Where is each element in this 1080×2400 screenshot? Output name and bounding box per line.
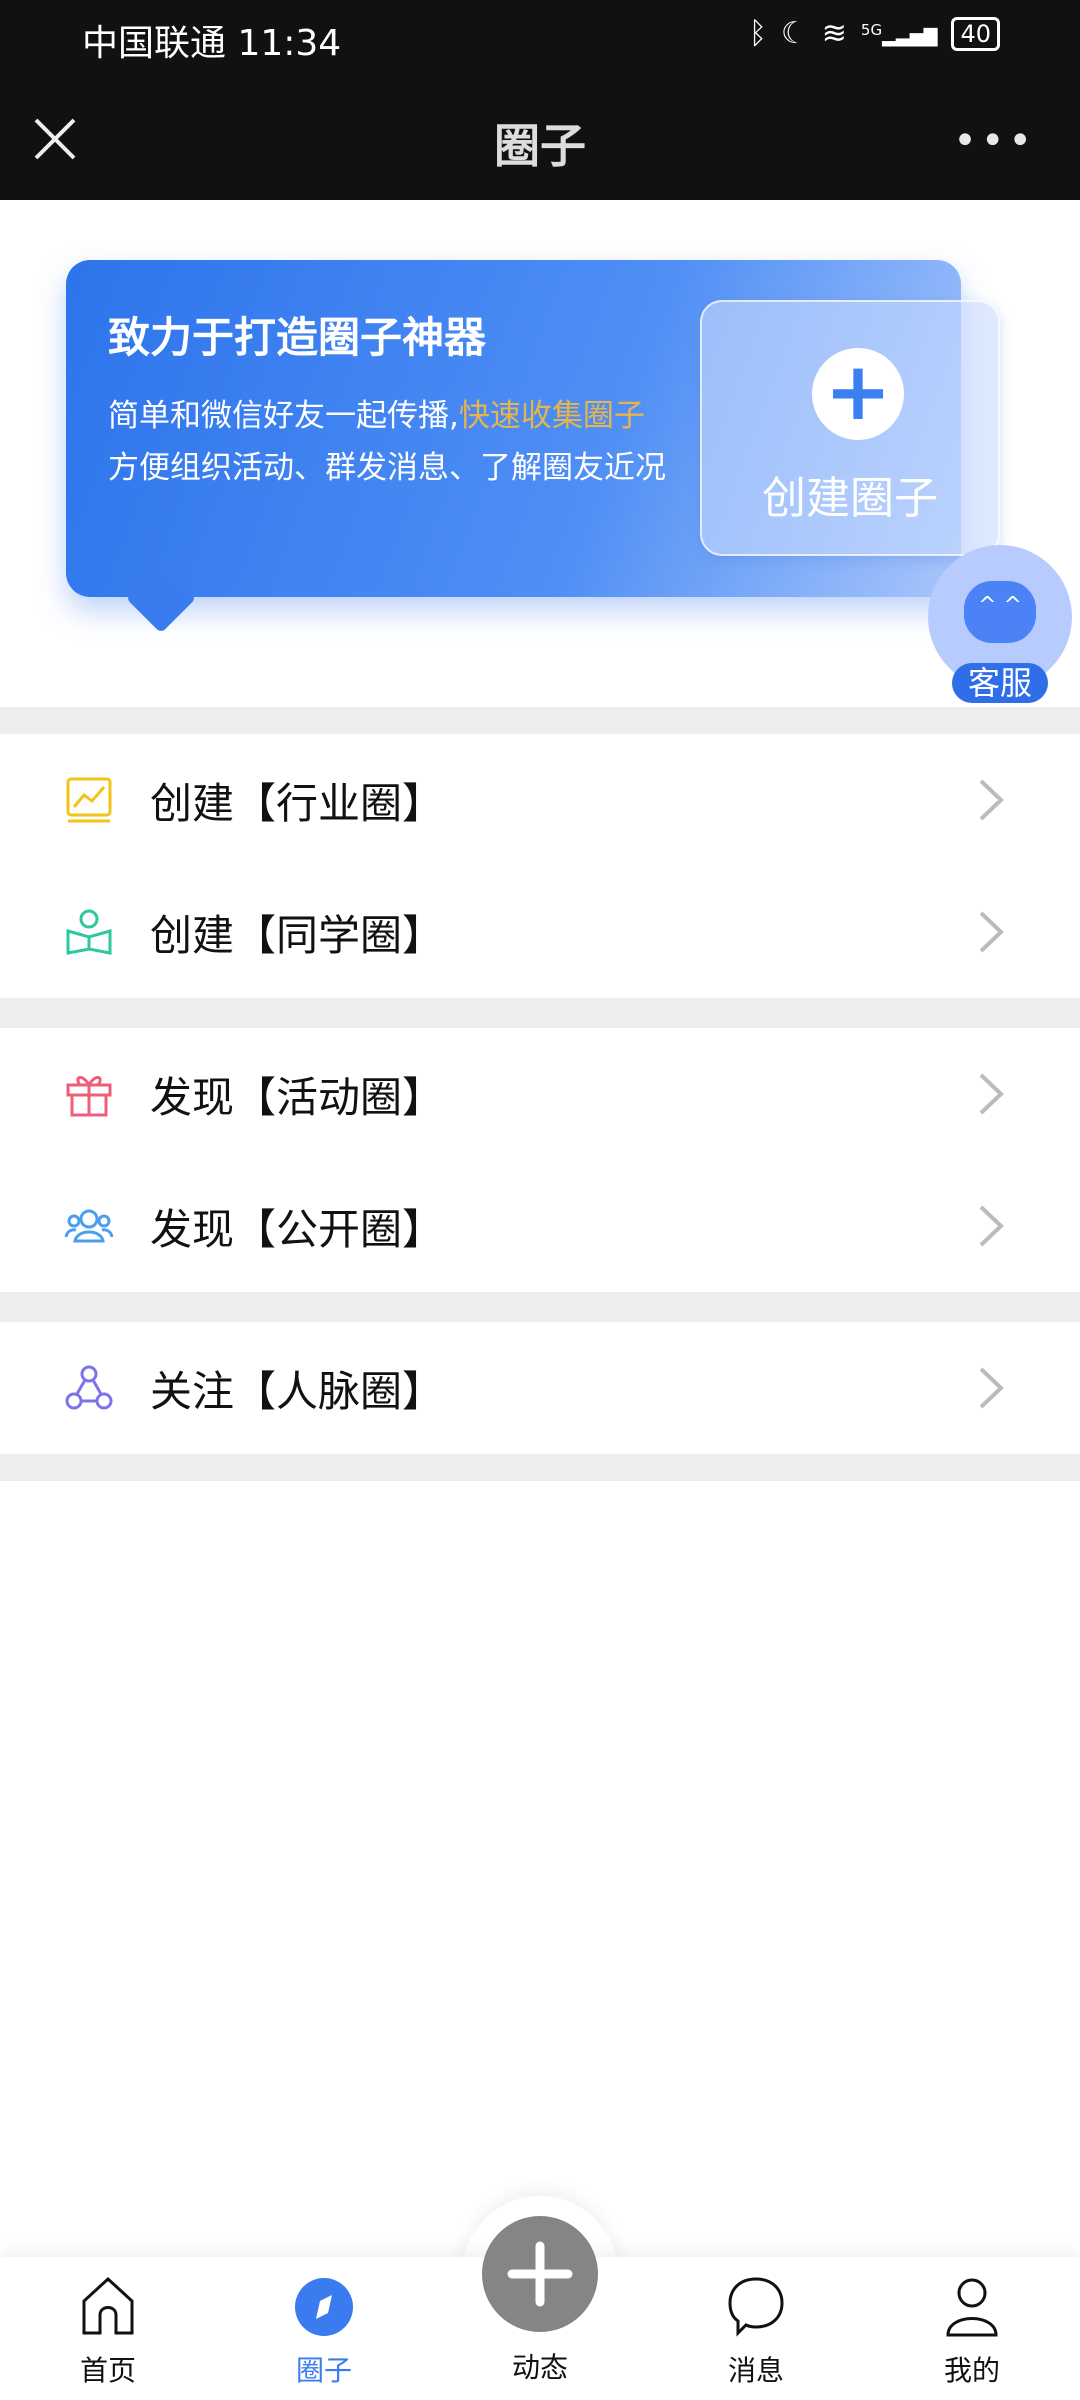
tab-me[interactable]: 我的 (902, 2275, 1042, 2389)
tab-home[interactable]: 首页 (38, 2275, 178, 2389)
chevron-right-icon (979, 1073, 1004, 1115)
home-icon (82, 2276, 134, 2335)
user-icon (946, 2278, 998, 2337)
plus-icon (507, 2241, 573, 2307)
tab-label: 首页 (79, 2354, 136, 2387)
network-icon (65, 1365, 113, 1410)
create-circle-button[interactable]: + 创建圈子 (700, 300, 1000, 556)
divider (0, 1292, 1080, 1322)
post-button[interactable] (482, 2216, 598, 2332)
service-label: 客服 (952, 663, 1048, 703)
tab-messages[interactable]: 消息 (686, 2275, 826, 2389)
plus-icon: + (812, 348, 904, 440)
signal-icon: 5G▂▃▅▇ (860, 20, 938, 47)
gift-icon (66, 1076, 112, 1117)
create-circle-label: 创建圈子 (762, 473, 938, 524)
moon-icon: ☾ (780, 16, 808, 51)
group-icon (64, 1209, 114, 1243)
clock: 11:34 (237, 23, 342, 64)
menu-label: 创建【同学圈】 (150, 910, 445, 960)
bluetooth-icon: ᛒ (748, 16, 767, 51)
status-bar: 中国联通 11:34 ᛒ ☾ ≋ 5G▂▃▅▇ 40 (0, 0, 1080, 76)
menu-item-industry[interactable]: 创建【行业圈】 (0, 734, 1080, 866)
banner-desc: 简单和微信好友一起传播,快速收集圈子方便组织活动、群发消息、了解圈友近况 (108, 390, 668, 494)
menu-label: 发现【公开圈】 (150, 1204, 445, 1254)
menu-item-public[interactable]: 发现【公开圈】 (0, 1160, 1080, 1292)
menu-label: 关注【人脉圈】 (150, 1366, 445, 1416)
desc-text: 方便组织活动、群发消息、了解圈友近况 (108, 450, 666, 486)
customer-service-button[interactable]: ^ ^ 客服 (928, 545, 1072, 705)
tab-label: 圈子 (295, 2354, 352, 2387)
menu-label: 发现【活动圈】 (150, 1072, 445, 1122)
chat-icon (728, 2277, 784, 2337)
chevron-right-icon (979, 779, 1004, 821)
divider (0, 707, 1080, 734)
network-type: 5G (860, 20, 883, 39)
wifi-icon: ≋ (821, 16, 847, 51)
menu-item-network[interactable]: 关注【人脉圈】 (0, 1322, 1080, 1454)
nav-bar: 圈子 ••• (0, 76, 1080, 200)
robot-icon: ^ ^ (964, 581, 1036, 643)
desc-highlight: 快速收集圈子 (458, 398, 645, 434)
page-title: 圈子 (494, 119, 586, 173)
status-carrier-time: 中国联通 11:34 (82, 14, 341, 66)
battery-icon: 40 (951, 16, 1000, 51)
book-reader-icon (66, 909, 112, 955)
desc-text: 简单和微信好友一起传播, (108, 398, 459, 434)
tab-label: 我的 (943, 2354, 1000, 2387)
menu-label: 创建【行业圈】 (150, 778, 445, 828)
compass-icon (295, 2278, 353, 2336)
chevron-right-icon (979, 911, 1004, 953)
banner-title: 致力于打造圈子神器 (108, 313, 487, 362)
tab-circle[interactable]: 圈子 (254, 2275, 394, 2389)
tab-label: 消息 (727, 2354, 784, 2387)
menu-item-classmates[interactable]: 创建【同学圈】 (0, 866, 1080, 998)
divider (0, 998, 1080, 1028)
chart-icon (66, 777, 112, 823)
chevron-right-icon (979, 1367, 1004, 1409)
more-icon[interactable]: ••• (953, 118, 1036, 164)
menu-item-activity[interactable]: 发现【活动圈】 (0, 1028, 1080, 1160)
divider (0, 1454, 1080, 1481)
chevron-right-icon (979, 1205, 1004, 1247)
tab-feed[interactable]: 动态 (470, 2340, 610, 2386)
banner-tail (125, 562, 197, 634)
carrier: 中国联通 (82, 23, 227, 64)
tab-label: 动态 (511, 2351, 568, 2384)
